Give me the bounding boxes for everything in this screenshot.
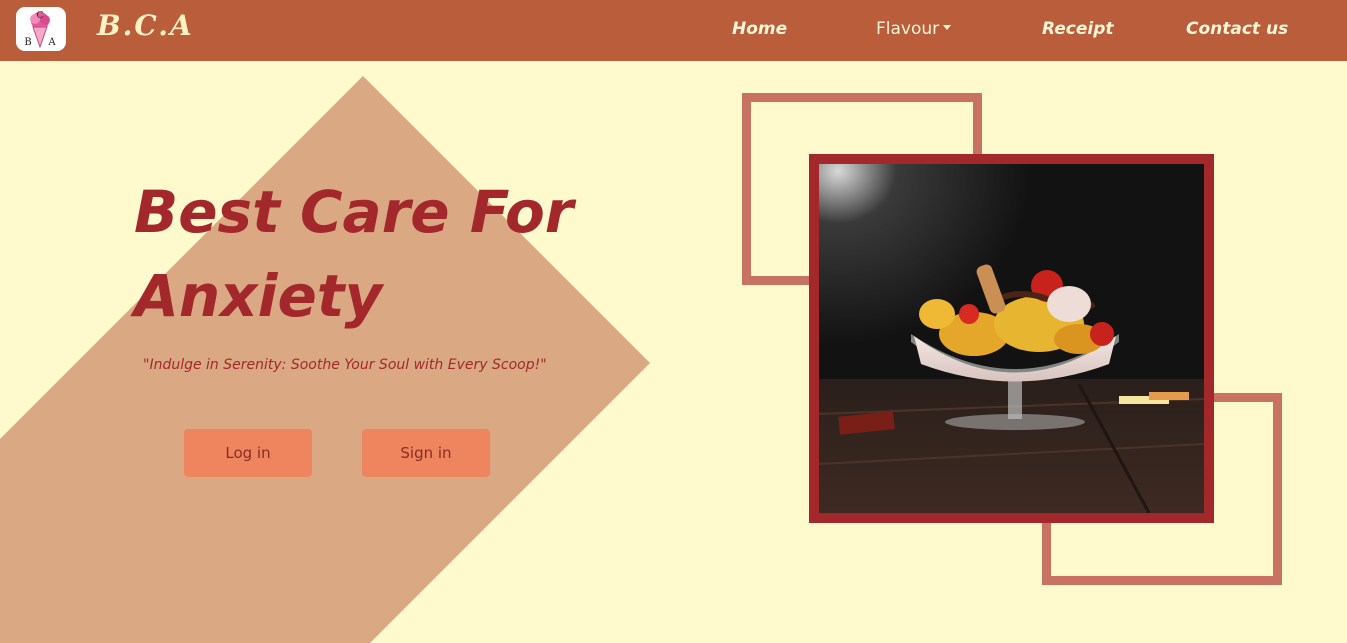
logo-icon[interactable]: C B A — [16, 7, 66, 51]
svg-text:A: A — [47, 37, 56, 48]
ice-cream-photo — [819, 164, 1204, 513]
svg-text:B: B — [24, 37, 31, 48]
hero-tagline: "Indulge in Serenity: Soothe Your Soul w… — [143, 357, 547, 373]
nav-flavour-label: Flavour — [876, 19, 940, 39]
caret-down-icon — [943, 24, 952, 30]
hero-title-line2: Anxiety — [134, 262, 383, 330]
nav-receipt-link[interactable]: Receipt — [1042, 19, 1114, 39]
navbar: C B A B.C.A Home Flavour Receipt Contact… — [0, 0, 1347, 61]
hero-title-line1: Best Care For — [134, 178, 574, 246]
brand-name[interactable]: B.C.A — [97, 9, 194, 42]
nav-contact-link[interactable]: Contact us — [1186, 19, 1288, 39]
login-button[interactable]: Log in — [184, 429, 312, 477]
hero-title: Best Care For Anxiety — [134, 170, 694, 338]
signin-button[interactable]: Sign in — [362, 429, 490, 477]
nav-home-link[interactable]: Home — [732, 19, 787, 39]
nav-flavour-dropdown[interactable]: Flavour — [876, 19, 952, 39]
svg-text:C: C — [37, 11, 44, 21]
